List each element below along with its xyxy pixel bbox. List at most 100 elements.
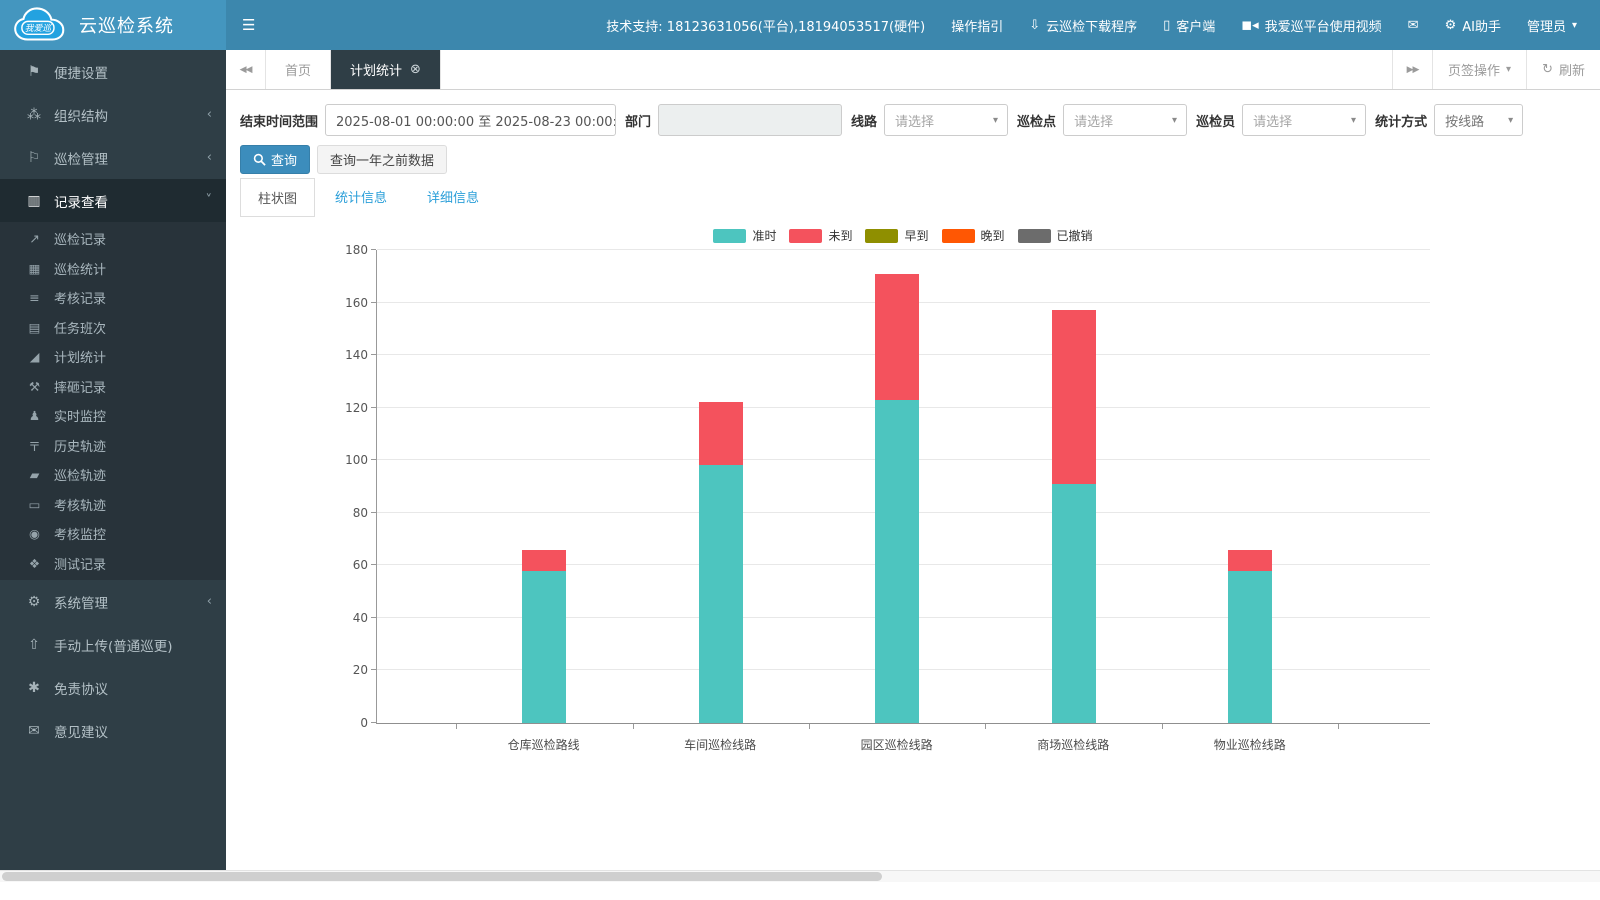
chevron-left-icon: ‹ xyxy=(206,107,212,122)
query-old-data-button[interactable]: 查询一年之前数据 xyxy=(317,145,448,174)
point-select[interactable]: 请选择 ▾ xyxy=(1063,104,1188,136)
chevron-down-icon: ▾ xyxy=(1508,114,1514,126)
tab-home[interactable]: 首页 xyxy=(266,50,332,89)
test-records-icon: ❖ xyxy=(28,555,41,571)
platform-video-menu-item[interactable]: ◼◂ 我爱巡平台使用视频 xyxy=(1228,0,1394,50)
bar-3-segment-not-arrived xyxy=(1051,310,1096,484)
sidebar-item-assessment-monitor[interactable]: ◉ 考核监控 xyxy=(0,519,226,549)
admin-user-menu-item[interactable]: 管理员 ▾ xyxy=(1514,0,1590,50)
main-content: ◀◀ 首页 计划统计 ⊗ ▶▶ 页签操作 ▾ ↻ 刷新 结束时间范围 2025-08… xyxy=(226,50,1600,882)
subtab-statistics-info[interactable]: 统计信息 xyxy=(315,178,407,217)
sidebar-item-system-management[interactable]: ⚙ 系统管理 ‹ xyxy=(0,580,226,623)
download-app-menu-item[interactable]: ⇩ 云巡检下载程序 xyxy=(1016,0,1150,50)
sidebar-item-patrol-statistics[interactable]: ▦ 巡检统计 xyxy=(0,254,226,284)
x-label-0: 仓库巡检路线 xyxy=(507,738,580,752)
task-shifts-icon: ▤ xyxy=(28,319,41,335)
tab-close-icon[interactable]: ⊗ xyxy=(410,62,421,77)
scrollbar-thumb[interactable] xyxy=(2,872,882,881)
subtabs: 柱状图 统计信息 详细信息 xyxy=(226,174,1600,217)
tabs-scroll-right-button[interactable]: ▶▶ xyxy=(1392,50,1432,89)
app-brand: 我爱巡 云巡检系统 xyxy=(0,0,226,50)
department-input[interactable] xyxy=(658,104,843,136)
sidebar-item-assessment-records[interactable]: ≡ 考核记录 xyxy=(0,283,226,313)
subtab-detail-info[interactable]: 详细信息 xyxy=(407,178,499,217)
tabbar-controls: ▶▶ 页签操作 ▾ ↻ 刷新 xyxy=(1392,50,1600,89)
sidebar-item-feedback[interactable]: ✉ 意见建议 xyxy=(0,709,226,752)
chevron-down-icon: ▾ xyxy=(1172,114,1178,126)
line-select[interactable]: 请选择 ▾ xyxy=(884,104,1009,136)
chevron-down-icon: ▾ xyxy=(1351,114,1357,126)
query-button[interactable]: 查询 xyxy=(240,145,311,174)
inspector-select-placeholder: 请选择 xyxy=(1253,114,1293,130)
bar-2 xyxy=(875,250,920,723)
page-operations-button[interactable]: 页签操作 ▾ xyxy=(1432,50,1526,89)
stat-method-value: 按线路 xyxy=(1445,114,1485,130)
stat-method-select[interactable]: 按线路 ▾ xyxy=(1434,104,1524,136)
legend-item-cancelled[interactable]: 已撤销 xyxy=(1017,227,1093,244)
line-label: 线路 xyxy=(851,114,878,130)
time-range-input[interactable]: 2025-08-01 00:00:00 至 2025-08-23 00:00:0 xyxy=(325,104,617,136)
patrol-statistics-icon: ▦ xyxy=(28,260,41,276)
sidebar-item-task-shifts[interactable]: ▤ 任务班次 xyxy=(0,313,226,343)
inspector-label: 巡检员 xyxy=(1196,114,1236,130)
operation-guide-menu-item[interactable]: 操作指引 xyxy=(938,0,1016,50)
sidebar-item-patrol-records[interactable]: ↗ 巡检记录 xyxy=(0,224,226,254)
y-tick xyxy=(371,406,376,408)
sidebar-item-patrol-management[interactable]: ⚐ 巡检管理 ‹ xyxy=(0,136,226,179)
refresh-icon: ↻ xyxy=(1542,62,1553,77)
tab-plan-statistics[interactable]: 计划统计 ⊗ xyxy=(331,50,441,89)
bar-4-segment-on-time xyxy=(1227,570,1272,723)
system-management-icon: ⚙ xyxy=(27,593,41,610)
legend-swatch-not-arrived xyxy=(789,228,823,243)
horizontal-scrollbar[interactable] xyxy=(0,870,1600,882)
chart-x-labels: 仓库巡检路线 车间巡检线路 园区巡检线路 商场巡检线路 物业巡检线路 xyxy=(376,734,1430,754)
sidebar-item-records-view[interactable]: ▥ 记录查看 ˅ xyxy=(0,179,226,222)
subtab-bar-chart[interactable]: 柱状图 xyxy=(240,178,316,217)
manual-upload-icon: ⇧ xyxy=(28,636,40,653)
point-select-placeholder: 请选择 xyxy=(1074,114,1114,130)
sidebar-item-quick-settings[interactable]: ⚑ 便捷设置 xyxy=(0,50,226,93)
refresh-label: 刷新 xyxy=(1558,64,1585,79)
ai-assistant-menu-item[interactable]: ⚙ AI助手 xyxy=(1432,0,1514,50)
legend-item-early[interactable]: 早到 xyxy=(865,227,929,244)
sidebar-item-manual-upload[interactable]: ⇧ 手动上传(普通巡更) xyxy=(0,623,226,666)
sidebar-item-org-structure[interactable]: ⁂ 组织结构 ‹ xyxy=(0,93,226,136)
sidebar-item-label: 免责协议 xyxy=(54,681,108,698)
sidebar-item-history-track[interactable]: 〒历史轨迹 xyxy=(0,431,226,461)
refresh-button[interactable]: ↻ 刷新 xyxy=(1526,50,1600,89)
bar-0-segment-on-time xyxy=(522,570,567,723)
assessment-monitor-icon: ◉ xyxy=(29,526,40,542)
sidebar-item-test-records[interactable]: ❖ 测试记录 xyxy=(0,549,226,579)
y-tick-label: 0 xyxy=(360,716,368,730)
download-icon: ⇩ xyxy=(1029,17,1041,33)
tabs: 首页 计划统计 ⊗ xyxy=(266,50,441,89)
sidebar-item-patrol-track[interactable]: ▰ 巡检轨迹 xyxy=(0,460,226,490)
mobile-icon: ▯ xyxy=(1163,17,1171,33)
time-range-label: 结束时间范围 xyxy=(240,114,319,130)
legend-item-on-time[interactable]: 准时 xyxy=(713,227,776,244)
history-track-icon: 〒 xyxy=(28,438,41,454)
sidebar-item-assessment-track[interactable]: ▭ 考核轨迹 xyxy=(0,490,226,520)
sidebar-item-smash-records[interactable]: ⚒ 摔砸记录 xyxy=(0,372,226,402)
sidebar-item-label: 便捷设置 xyxy=(54,65,108,82)
records-view-icon: ▥ xyxy=(27,192,41,209)
filter-bar: 结束时间范围 2025-08-01 00:00:00 至 2025-08-23 … xyxy=(226,90,1600,136)
assessment-records-icon: ≡ xyxy=(29,290,40,306)
y-tick-label: 160 xyxy=(345,295,368,310)
sidebar-item-realtime-monitor[interactable]: ♟ 实时监控 xyxy=(0,401,226,431)
client-menu-item[interactable]: ▯ 客户端 xyxy=(1150,0,1228,50)
legend-item-not-arrived[interactable]: 未到 xyxy=(789,227,852,244)
bar-1-segment-on-time xyxy=(698,465,743,723)
legend-label-on-time: 准时 xyxy=(752,229,777,243)
assessment-track-icon: ▭ xyxy=(28,496,41,512)
sidebar-item-label: 摔砸记录 xyxy=(54,380,107,396)
tabs-scroll-left-button[interactable]: ◀◀ xyxy=(226,50,266,89)
legend-item-late[interactable]: 晚到 xyxy=(941,227,1005,244)
inspector-select[interactable]: 请选择 ▾ xyxy=(1242,104,1367,136)
sidebar-item-disclaimer[interactable]: ✱ 免责协议 xyxy=(0,666,226,709)
messages-menu-item[interactable]: ✉ xyxy=(1395,0,1432,50)
sidebar-item-label: 巡检轨迹 xyxy=(54,469,107,485)
hamburger-menu-icon[interactable]: ☰ xyxy=(226,0,271,50)
patrol-management-icon: ⚐ xyxy=(27,149,41,166)
sidebar-item-plan-statistics[interactable]: ◢ 计划统计 xyxy=(0,342,226,372)
